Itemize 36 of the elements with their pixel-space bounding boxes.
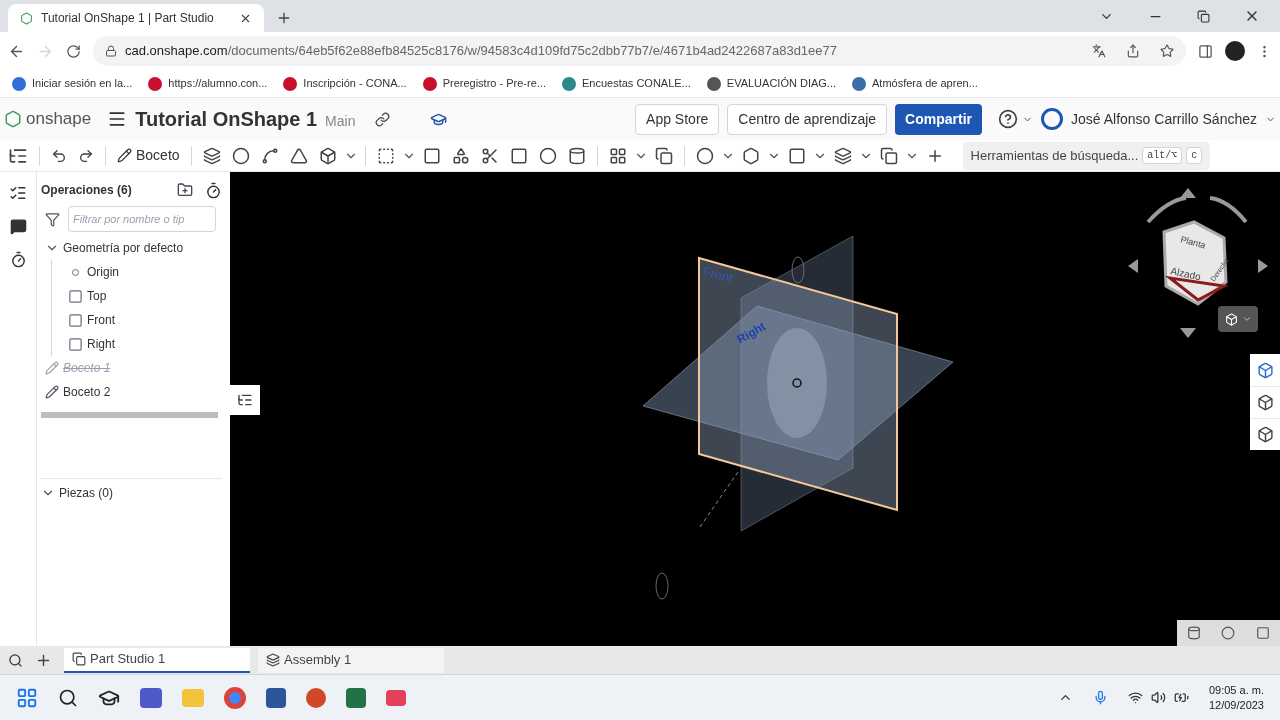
bookmark[interactable]: Atmósfera de apren...	[852, 75, 978, 92]
header-button[interactable]: Centro de aprendizaje	[727, 103, 888, 135]
logo-text: onshape	[26, 108, 92, 131]
header-button[interactable]: Compartir	[895, 103, 982, 135]
tree-item[interactable]: Origin	[87, 263, 119, 281]
bookmark[interactable]: Iniciar sesión en la...	[12, 75, 133, 92]
view-cube-label: Planta	[1179, 234, 1207, 251]
tree-item[interactable]: Boceto 2	[63, 383, 111, 401]
bookmark[interactable]: Encuestas CONALE...	[561, 75, 691, 92]
branch-label[interactable]: Main	[325, 110, 356, 132]
tree-item[interactable]: Geometría por defecto	[63, 239, 184, 257]
header-button[interactable]: App Store	[635, 103, 720, 135]
bookmark[interactable]: Preregistro - Pre-re...	[422, 75, 546, 92]
tool-search-field[interactable]: Herramientas de búsqueda... alt/⌥ c	[962, 141, 1211, 170]
document-tab[interactable]: Part Studio 1	[64, 647, 250, 673]
document-tab[interactable]: Assembly 1	[258, 647, 444, 673]
address-field[interactable]: cad.onshape.com/documents/64eb5f62e88efb84525c8176/w/94583c4d109fd75c2dbb77b7/e/4671b4ad2422687a83d1ee77	[93, 36, 1186, 66]
bookmark[interactable]: https://alumno.con...	[148, 75, 268, 92]
parts-header[interactable]: Piezas (0)	[59, 483, 114, 502]
plane-label: Front	[701, 263, 735, 286]
clock-date[interactable]: 12/09/2023	[1208, 697, 1264, 713]
panel-title: Operaciones (6)	[41, 182, 133, 199]
tree-item[interactable]: Right	[87, 335, 115, 353]
shortcut-key: c	[1186, 147, 1203, 164]
document-title[interactable]: Tutorial OnShape 1	[135, 104, 318, 134]
view-cube-label: Alzado	[1169, 265, 1202, 283]
user-name[interactable]: José Alfonso Carrillo Sánchez	[1071, 108, 1257, 130]
tree-item[interactable]: Front	[87, 311, 115, 329]
bookmark[interactable]: EVALUACIÓN DIAG...	[706, 75, 836, 92]
browser-tab[interactable]: Tutorial OnShape 1 | Part Studio	[8, 4, 264, 32]
tree-item[interactable]: Top	[87, 287, 107, 305]
filter-field[interactable]: Filtrar por nombre o tip	[68, 206, 216, 232]
shortcut-key: alt/⌥	[1142, 147, 1183, 164]
clock-time[interactable]: 09:05 a. m.	[1208, 682, 1264, 698]
sketch-button[interactable]: Boceto	[113, 141, 184, 170]
bookmark[interactable]: Inscripción - CONA...	[283, 75, 407, 92]
